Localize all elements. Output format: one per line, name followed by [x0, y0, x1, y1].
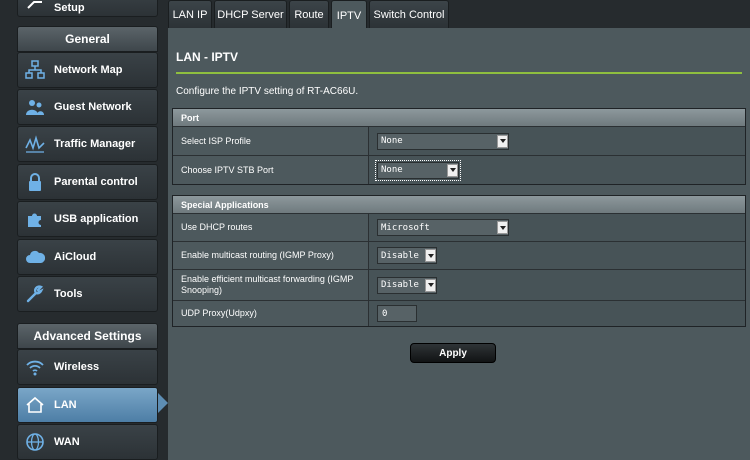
igmp-snooping-select[interactable]: Disable: [377, 276, 437, 294]
sidebar-item-parental-control[interactable]: Parental control: [17, 164, 158, 200]
sidebar-item-label: LAN: [54, 399, 77, 411]
udpxy-label: UDP Proxy(Udpxy): [173, 301, 369, 326]
stb-port-label: Choose IPTV STB Port: [173, 156, 369, 184]
guest-network-icon: [24, 96, 46, 118]
apply-button[interactable]: Apply: [410, 343, 496, 363]
chevron-down-icon: [425, 278, 436, 292]
wifi-icon: [24, 356, 46, 378]
wrench-icon: [24, 283, 46, 305]
isp-profile-row: Select ISP Profile None: [173, 126, 745, 155]
tab-iptv[interactable]: IPTV: [331, 0, 367, 30]
setup-icon: [24, 0, 46, 15]
udpxy-row: UDP Proxy(Udpxy) 0: [173, 300, 745, 326]
udpxy-input[interactable]: 0: [377, 305, 417, 322]
sidebar-item-guest-network[interactable]: Guest Network: [17, 89, 158, 125]
stb-port-row: Choose IPTV STB Port None: [173, 155, 745, 184]
tab-lan-ip[interactable]: LAN IP: [168, 0, 212, 28]
title-divider: [176, 72, 742, 74]
igmp-proxy-select[interactable]: Disable: [377, 247, 437, 264]
general-section-header: General: [17, 26, 158, 52]
sidebar-item-aicloud[interactable]: AiCloud: [17, 239, 158, 275]
sidebar-item-label: Tools: [54, 288, 83, 300]
sidebar-item-label: WAN: [54, 436, 80, 448]
chevron-down-icon: [425, 249, 436, 262]
igmp-proxy-row: Enable multicast routing (IGMP Proxy) Di…: [173, 241, 745, 269]
traffic-manager-icon: [24, 133, 46, 155]
sidebar-item-wireless[interactable]: Wireless: [17, 349, 158, 385]
port-group: Port Select ISP Profile None Choose IPTV…: [172, 108, 746, 185]
page-title: LAN - IPTV: [176, 50, 238, 64]
cloud-icon: [24, 246, 46, 268]
port-group-header: Port: [173, 109, 745, 126]
dhcp-routes-select[interactable]: Microsoft: [377, 219, 509, 236]
tab-switch-control[interactable]: Switch Control: [369, 0, 449, 28]
sidebar-item-tools[interactable]: Tools: [17, 276, 158, 312]
sidebar-item-label: AiCloud: [54, 251, 97, 263]
tab-dhcp-server[interactable]: DHCP Server: [214, 0, 287, 28]
active-item-pointer: [158, 393, 168, 413]
sidebar-item-label: Guest Network: [54, 101, 132, 113]
sidebar-item-wan[interactable]: WAN: [17, 424, 158, 460]
chevron-down-icon: [447, 163, 458, 177]
sidebar-item-label: Setup: [54, 1, 85, 14]
sidebar-item-label: Network Map: [54, 64, 123, 76]
stb-port-value: None: [381, 165, 403, 175]
tab-route[interactable]: Route: [289, 0, 329, 28]
puzzle-icon: [24, 208, 46, 230]
sidebar-item-usb-application[interactable]: USB application: [17, 201, 158, 237]
sidebar-item-traffic-manager[interactable]: Traffic Manager: [17, 126, 158, 162]
page-description: Configure the IPTV setting of RT-AC66U.: [176, 86, 359, 97]
igmp-proxy-label: Enable multicast routing (IGMP Proxy): [173, 242, 369, 269]
special-applications-header: Special Applications: [173, 196, 745, 213]
igmp-snooping-row: Enable efficient multicast forwarding (I…: [173, 269, 745, 300]
sidebar-item-lan[interactable]: LAN: [17, 387, 158, 423]
content-panel: LAN - IPTV Configure the IPTV setting of…: [168, 28, 750, 460]
dhcp-routes-row: Use DHCP routes Microsoft: [173, 213, 745, 241]
sidebar-item-label: USB application: [54, 213, 139, 225]
igmp-snooping-label: Enable efficient multicast forwarding (I…: [173, 270, 369, 300]
advanced-settings-header: Advanced Settings: [17, 323, 158, 349]
special-applications-group: Special Applications Use DHCP routes Mic…: [172, 195, 746, 327]
sidebar-item-label: Parental control: [54, 176, 138, 188]
sidebar-item-network-map[interactable]: Network Map: [17, 52, 158, 88]
stb-port-select[interactable]: None: [375, 159, 461, 181]
home-icon: [24, 394, 46, 416]
isp-profile-select[interactable]: None: [377, 132, 509, 150]
igmp-proxy-value: Disable: [381, 250, 419, 261]
network-map-icon: [24, 59, 46, 81]
chevron-down-icon: [497, 221, 508, 234]
igmp-snooping-value: Disable: [381, 280, 419, 290]
isp-profile-label: Select ISP Profile: [173, 127, 369, 155]
globe-icon: [24, 431, 46, 453]
sidebar-item-setup[interactable]: Setup: [17, 0, 158, 17]
sidebar-item-label: Wireless: [54, 361, 100, 373]
dhcp-routes-value: Microsoft: [381, 222, 430, 233]
dhcp-routes-label: Use DHCP routes: [173, 214, 369, 241]
sidebar-item-label: Traffic Manager: [54, 138, 136, 150]
chevron-down-icon: [497, 134, 508, 148]
lock-icon: [24, 171, 46, 193]
isp-profile-value: None: [381, 136, 403, 146]
